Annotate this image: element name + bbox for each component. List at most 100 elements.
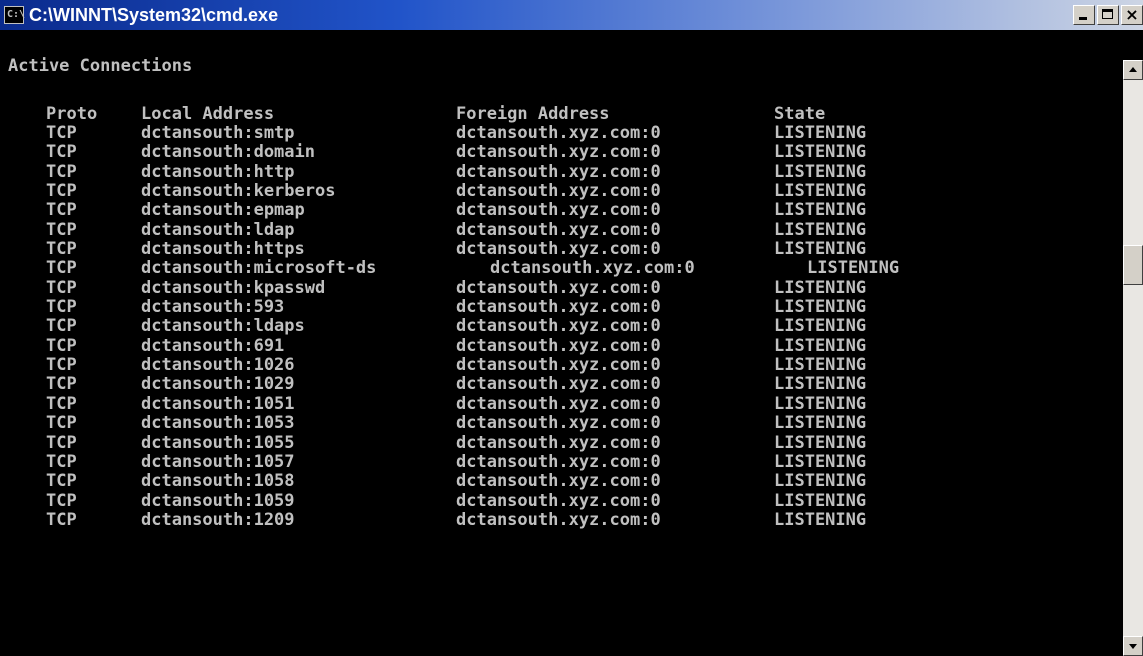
minimize-button[interactable]: [1073, 5, 1095, 25]
cell-proto: TCP: [46, 123, 77, 143]
cell-foreign-address: dctansouth.xyz.com:0: [456, 161, 661, 182]
cell-state: LISTENING: [774, 413, 867, 434]
vertical-scrollbar[interactable]: [1123, 60, 1143, 656]
cell-foreign-address: dctansouth.xyz.com:0: [456, 374, 661, 395]
cell-state: LISTENING: [774, 335, 867, 356]
console-heading: Active Connections: [8, 56, 193, 76]
cell-foreign-address: dctansouth.xyz.com:0: [456, 432, 661, 453]
cell-local-address: dctansouth:1055: [141, 432, 295, 453]
header-local-address: Local Address: [141, 104, 275, 124]
cell-local-address: dctansouth:domain: [141, 142, 315, 163]
cell-local-address: dctansouth:1053: [141, 413, 295, 434]
maximize-button[interactable]: [1097, 5, 1119, 25]
scroll-up-button[interactable]: [1123, 60, 1143, 80]
cell-local-address: dctansouth:691: [141, 335, 285, 356]
window-title: C:\WINNT\System32\cmd.exe: [29, 4, 279, 25]
cell-proto: TCP: [46, 200, 77, 221]
cell-proto: TCP: [46, 509, 77, 530]
cell-proto: TCP: [46, 161, 77, 182]
console-output[interactable]: Active Connections Proto Local Address F…: [2, 30, 1123, 656]
cell-state: LISTENING: [774, 451, 867, 472]
scroll-thumb[interactable]: [1123, 245, 1143, 285]
cell-proto: TCP: [46, 451, 77, 472]
cell-state: LISTENING: [774, 297, 867, 318]
cell-proto: TCP: [46, 374, 77, 395]
cell-proto: TCP: [46, 277, 77, 298]
cell-state: LISTENING: [774, 490, 867, 511]
cell-foreign-address: dctansouth.xyz.com:0: [456, 123, 661, 143]
cell-state: LISTENING: [807, 258, 900, 279]
cell-local-address: dctansouth:1059: [141, 490, 295, 511]
cell-foreign-address: dctansouth.xyz.com:0: [456, 509, 661, 530]
cell-state: LISTENING: [774, 374, 867, 395]
cell-proto: TCP: [46, 316, 77, 337]
cell-foreign-address: dctansouth.xyz.com:0: [456, 200, 661, 221]
cell-proto: TCP: [46, 432, 77, 453]
close-button[interactable]: ×: [1121, 5, 1143, 25]
cell-local-address: dctansouth:http: [141, 161, 295, 182]
cell-proto: TCP: [46, 239, 77, 260]
cmd-app-icon[interactable]: C:\: [4, 6, 25, 24]
cell-proto: TCP: [46, 335, 77, 356]
cell-local-address: dctansouth:smtp: [141, 123, 295, 143]
cell-state: LISTENING: [774, 471, 867, 492]
cell-state: LISTENING: [774, 200, 867, 221]
cell-foreign-address: dctansouth.xyz.com:0: [456, 393, 661, 414]
cell-state: LISTENING: [774, 509, 867, 530]
arrow-down-icon: [1129, 644, 1137, 649]
cell-proto: TCP: [46, 413, 77, 434]
cell-local-address: dctansouth:1058: [141, 471, 295, 492]
cell-state: LISTENING: [774, 161, 867, 182]
cell-foreign-address: dctansouth.xyz.com:0: [490, 258, 695, 279]
arrow-up-icon: [1129, 67, 1137, 72]
window-controls: ×: [1073, 5, 1143, 25]
cell-local-address: dctansouth:1209: [141, 509, 295, 530]
cell-proto: TCP: [46, 393, 77, 414]
cell-foreign-address: dctansouth.xyz.com:0: [456, 219, 661, 240]
cell-local-address: dctansouth:593: [141, 297, 285, 318]
cell-local-address: dctansouth:1057: [141, 451, 295, 472]
cell-state: LISTENING: [774, 123, 867, 143]
cell-foreign-address: dctansouth.xyz.com:0: [456, 181, 661, 202]
cell-state: LISTENING: [774, 432, 867, 453]
cell-local-address: dctansouth:1051: [141, 393, 295, 414]
cell-state: LISTENING: [774, 142, 867, 163]
scroll-down-button[interactable]: [1123, 636, 1143, 656]
cell-proto: TCP: [46, 219, 77, 240]
minimize-icon: [1074, 6, 1094, 24]
cell-local-address: dctansouth:kpasswd: [141, 277, 326, 298]
cell-local-address: dctansouth:ldaps: [141, 316, 305, 337]
cell-state: LISTENING: [774, 316, 867, 337]
cell-state: LISTENING: [774, 277, 867, 298]
title-bar[interactable]: C:\ C:\WINNT\System32\cmd.exe ×: [0, 0, 1143, 30]
cell-foreign-address: dctansouth.xyz.com:0: [456, 490, 661, 511]
cell-foreign-address: dctansouth.xyz.com:0: [456, 335, 661, 356]
cell-proto: TCP: [46, 355, 77, 376]
cell-foreign-address: dctansouth.xyz.com:0: [456, 471, 661, 492]
cell-local-address: dctansouth:epmap: [141, 200, 305, 221]
cell-local-address: dctansouth:https: [141, 239, 305, 260]
cell-state: LISTENING: [774, 393, 867, 414]
cell-local-address: dctansouth:microsoft-ds: [141, 258, 377, 279]
header-foreign-address: Foreign Address: [456, 104, 610, 124]
cell-foreign-address: dctansouth.xyz.com:0: [456, 277, 661, 298]
header-proto: Proto: [46, 104, 98, 124]
cell-state: LISTENING: [774, 181, 867, 202]
cell-local-address: dctansouth:ldap: [141, 219, 295, 240]
cell-foreign-address: dctansouth.xyz.com:0: [456, 413, 661, 434]
cell-foreign-address: dctansouth.xyz.com:0: [456, 355, 661, 376]
cell-proto: TCP: [46, 471, 77, 492]
cell-foreign-address: dctansouth.xyz.com:0: [456, 297, 661, 318]
cell-foreign-address: dctansouth.xyz.com:0: [456, 142, 661, 163]
cell-local-address: dctansouth:1029: [141, 374, 295, 395]
cell-proto: TCP: [46, 297, 77, 318]
cell-proto: TCP: [46, 258, 77, 279]
cell-foreign-address: dctansouth.xyz.com:0: [456, 239, 661, 260]
cell-proto: TCP: [46, 181, 77, 202]
maximize-icon: [1098, 6, 1118, 24]
cell-foreign-address: dctansouth.xyz.com:0: [456, 451, 661, 472]
cell-state: LISTENING: [774, 239, 867, 260]
cell-foreign-address: dctansouth.xyz.com:0: [456, 316, 661, 337]
cell-state: LISTENING: [774, 355, 867, 376]
header-state: State: [774, 104, 826, 124]
